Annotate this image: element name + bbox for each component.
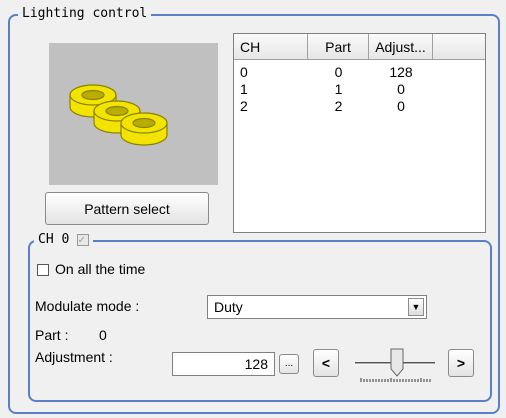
lighting-pattern-preview [49, 43, 218, 185]
adjustment-ellipsis-button[interactable]: ... [279, 354, 299, 374]
decrease-button[interactable]: < [313, 349, 339, 377]
column-header-adjust[interactable]: Adjust... [369, 34, 433, 60]
table-cell[interactable]: 128 [369, 64, 433, 80]
table-cell[interactable]: 0 [369, 81, 433, 97]
table-cell[interactable]: 0 [240, 64, 248, 80]
adjustment-value: 128 [244, 356, 268, 372]
on-all-the-time-checkbox[interactable] [37, 264, 49, 276]
modulate-mode-label: Modulate mode : [35, 298, 140, 314]
part-value: 0 [99, 327, 107, 343]
adjustment-input[interactable]: 128 [172, 352, 275, 376]
adjustment-label: Adjustment : [35, 349, 113, 365]
ring-lights-icon [69, 84, 168, 146]
pattern-select-button[interactable]: Pattern select [45, 192, 209, 225]
column-header-ch[interactable]: CH [234, 34, 308, 60]
increase-button[interactable]: > [448, 349, 474, 377]
slider-thumb[interactable] [390, 348, 404, 377]
modulate-mode-value: Duty [214, 299, 243, 315]
modulate-mode-select[interactable]: Duty ▼ [207, 295, 427, 319]
dropdown-arrow-icon[interactable]: ▼ [408, 298, 424, 316]
table-cell[interactable]: 1 [240, 81, 248, 97]
part-label: Part : [35, 327, 69, 343]
table-cell[interactable]: 0 [308, 64, 369, 80]
channel-title-label: CH 0 [38, 232, 70, 247]
column-header-part[interactable]: Part [308, 34, 369, 60]
on-all-the-time-label: On all the time [55, 261, 146, 277]
table-cell[interactable]: 2 [308, 98, 369, 114]
channel-enabled-checkbox [77, 232, 90, 248]
adjustment-slider[interactable] [351, 345, 439, 385]
channel-group-title: CH 0 [34, 232, 94, 248]
column-header-empty [433, 34, 485, 60]
channel-table[interactable]: CH Part Adjust... 0 0 128 1 1 0 2 2 0 [233, 33, 486, 233]
table-cell[interactable]: 0 [369, 98, 433, 114]
table-cell[interactable]: 1 [308, 81, 369, 97]
lighting-control-title: Lighting control [18, 6, 152, 22]
table-cell[interactable]: 2 [240, 98, 248, 114]
